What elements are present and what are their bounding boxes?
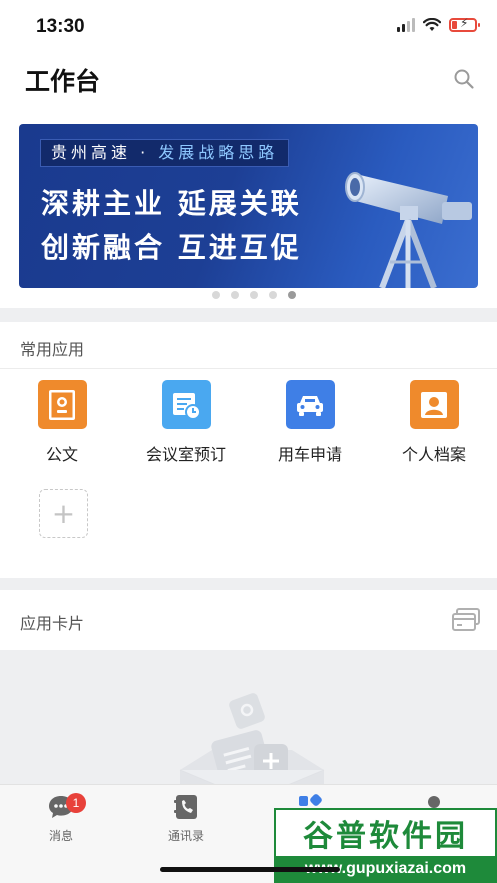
carousel-dot[interactable] <box>249 291 258 299</box>
profile-icon <box>409 380 459 429</box>
card-icon[interactable] <box>452 608 480 631</box>
contacts-icon <box>174 795 197 819</box>
carousel-dot[interactable] <box>211 291 220 299</box>
carousel-dots <box>0 291 497 299</box>
section-gap <box>0 308 497 322</box>
carousel-dot[interactable] <box>230 291 239 299</box>
banner-headline-1: 深耕主业 延展关联 <box>41 187 302 220</box>
app-car-request[interactable]: 用车申请 <box>250 380 370 465</box>
car-icon <box>285 380 335 429</box>
tab-messages[interactable]: 消息 1 <box>21 789 101 844</box>
tab-contacts[interactable]: 通讯录 <box>146 789 226 844</box>
wifi-icon <box>423 18 441 31</box>
telescope-illustration <box>345 172 472 288</box>
app-label: 用车申请 <box>277 445 342 464</box>
status-icons: ⚡ <box>397 16 480 32</box>
page-title: 工作台 <box>25 67 101 96</box>
home-indicator <box>160 867 340 872</box>
status-bar: 13:30 ⚡ <box>0 0 497 58</box>
unread-badge: 1 <box>66 793 86 813</box>
add-app-button[interactable]: + <box>39 489 88 538</box>
status-time: 13:30 <box>36 16 85 37</box>
plus-icon: + <box>51 497 76 530</box>
app-label: 个人档案 <box>401 445 466 464</box>
meeting-booking-icon <box>161 380 211 429</box>
app-official-document[interactable]: 公文 <box>2 380 122 465</box>
carousel-dot[interactable] <box>268 291 277 299</box>
divider <box>0 368 497 369</box>
app-cards-area <box>0 650 497 784</box>
app-label: 公文 <box>45 445 78 464</box>
watermark-title: 谷普软件园 <box>276 810 495 856</box>
app-label: 会议室预订 <box>145 445 226 464</box>
signal-icon <box>397 18 415 32</box>
banner-headline-2: 创新融合 互进互促 <box>41 231 302 264</box>
tab-label: 消息 <box>48 829 73 843</box>
banner-tag: 贵州高速 · 发展战略思路 <box>40 139 290 167</box>
tab-label: 通讯录 <box>167 829 204 843</box>
banner-carousel[interactable]: 贵州高速 · 发展战略思路 深耕主业 延展关联 创新融合 互进互促 <box>19 124 478 288</box>
app-meeting-room[interactable]: 会议室预订 <box>126 380 246 465</box>
common-apps-title: 常用应用 <box>20 340 85 359</box>
document-seal-icon <box>37 380 87 429</box>
battery-icon: ⚡ <box>449 16 480 32</box>
app-personal-profile[interactable]: 个人档案 <box>374 380 494 465</box>
section-gap <box>0 578 497 590</box>
carousel-dot-active[interactable] <box>287 291 296 299</box>
app-cards-title: 应用卡片 <box>20 614 85 633</box>
search-icon[interactable] <box>453 68 475 90</box>
empty-cards-illustration <box>179 693 325 784</box>
